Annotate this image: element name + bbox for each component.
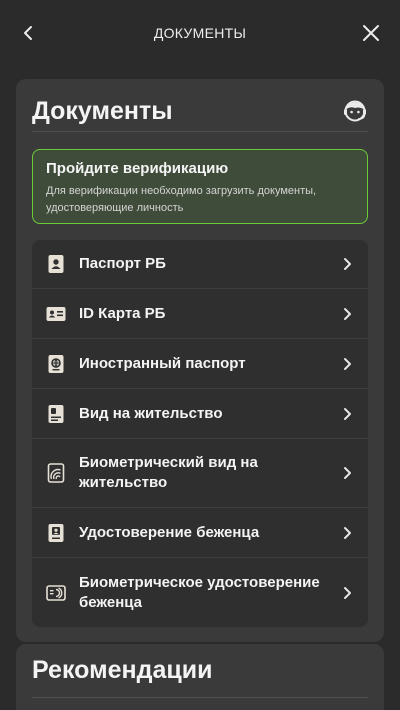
recommendations-card: Рекомендации [16, 644, 384, 710]
page-title: ДОКУМЕНТЫ [153, 25, 247, 41]
verification-banner[interactable]: Пройдите верификацию Для верификации нео… [32, 149, 368, 224]
chevron-right-icon [344, 407, 351, 420]
support-button[interactable] [342, 98, 368, 124]
document-item-id-card[interactable]: ID Карта РБ [32, 289, 368, 339]
document-label: Биометрическое удостоверение беженца [79, 573, 320, 611]
chevron-right-icon [344, 258, 351, 270]
biometric-refugee-icon [46, 584, 66, 601]
documents-card-title: Документы [32, 96, 173, 125]
document-item-passport[interactable]: Паспорт РБ [32, 240, 368, 289]
residence-permit-icon [48, 404, 64, 423]
document-item-residence-permit[interactable]: Вид на жительство [32, 389, 368, 439]
biometric-residence-icon [47, 463, 65, 483]
verification-title: Пройдите верификацию [46, 160, 229, 177]
document-label: Паспорт РБ [79, 255, 166, 272]
header-divider [32, 131, 368, 132]
recommendations-divider [32, 697, 368, 698]
documents-card-header: Документы [32, 91, 368, 131]
back-button[interactable] [14, 18, 44, 48]
chevron-right-icon [344, 586, 351, 599]
top-bar: ДОКУМЕНТЫ [0, 0, 400, 66]
documents-card: Документы Пройдите верификацию Для вериф… [16, 79, 384, 642]
document-item-biometric-residence[interactable]: Биометрический вид на жительство [32, 439, 368, 508]
id-card-icon [46, 306, 66, 321]
verification-text: Для верификации необходимо загрузить док… [46, 185, 317, 214]
support-agent-icon [344, 100, 366, 122]
document-item-refugee-certificate[interactable]: Удостоверение беженца [32, 508, 368, 558]
chevron-right-icon [344, 307, 351, 320]
document-label: Биометрический вид на жительство [79, 454, 258, 491]
documents-list: Паспорт РБ ID Карта РБ Иностранный паспо… [32, 240, 368, 627]
recommendations-card-title: Рекомендации [32, 656, 213, 684]
chevron-right-icon [344, 526, 351, 539]
document-item-foreign-passport[interactable]: Иностранный паспорт [32, 339, 368, 389]
passport-icon [48, 255, 64, 273]
chevron-right-icon [344, 467, 351, 479]
document-item-biometric-refugee[interactable]: Биометрическое удостоверение беженца [32, 558, 368, 627]
document-label: ID Карта РБ [79, 304, 166, 322]
document-label: Удостоверение беженца [79, 523, 260, 541]
chevron-right-icon [344, 357, 351, 370]
document-label: Иностранный паспорт [79, 354, 246, 372]
document-label: Вид на жительство [79, 404, 223, 422]
close-button[interactable] [356, 18, 386, 48]
close-icon [363, 25, 379, 41]
refugee-certificate-icon [48, 523, 64, 542]
chevron-left-icon [24, 26, 32, 40]
foreign-passport-icon [48, 354, 64, 373]
